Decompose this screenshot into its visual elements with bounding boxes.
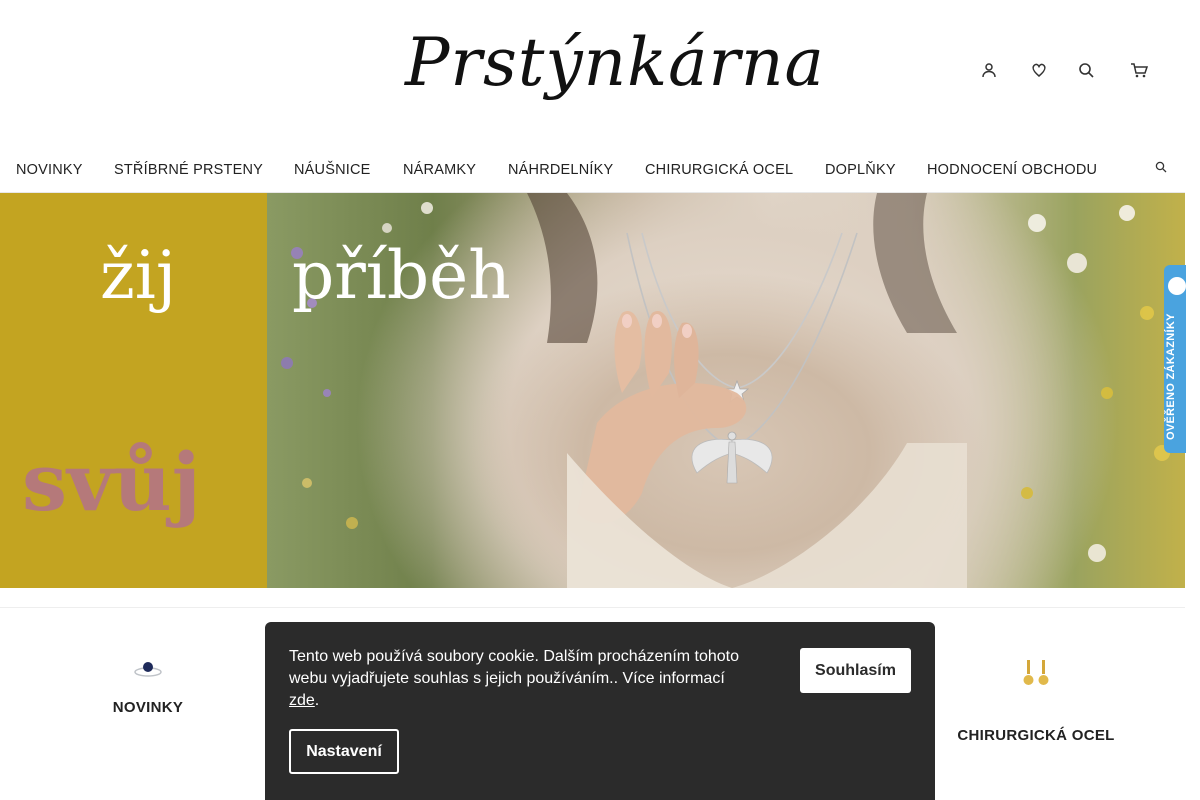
- main-nav: NOVINKY STŘÍBRNÉ PRSTENY NÁUŠNICE NÁRAMK…: [0, 148, 1185, 193]
- cookie-settings-button[interactable]: Nastavení: [289, 729, 399, 774]
- category-chirurgicka-ocel[interactable]: CHIRURGICKÁ OCEL: [951, 658, 1121, 744]
- nav-item-nausnice[interactable]: NÁUŠNICE: [294, 162, 371, 178]
- nav-item-chirurgicka-ocel[interactable]: CHIRURGICKÁ OCEL: [645, 162, 793, 178]
- cart-icon[interactable]: [1126, 62, 1152, 86]
- category-novinky[interactable]: NOVINKY: [98, 658, 198, 716]
- accept-cookies-button[interactable]: Souhlasím: [800, 648, 911, 693]
- cookie-banner: Tento web používá soubory cookie. Dalším…: [265, 622, 935, 800]
- ring-icon: [134, 662, 162, 677]
- logo-text: Prstýnkárna: [405, 24, 825, 101]
- search-icon[interactable]: [1073, 62, 1099, 86]
- logo[interactable]: Prstýnkárna: [405, 14, 824, 132]
- category-label: NOVINKY: [112, 699, 184, 716]
- nav-item-novinky[interactable]: NOVINKY: [16, 162, 83, 178]
- hero-word-svuj: svůj: [22, 435, 201, 529]
- badge-seal-icon: [1168, 277, 1186, 295]
- site-header: Prstýnkárna: [0, 0, 1185, 148]
- hero-word-zij: žij: [100, 237, 177, 314]
- hero-banner[interactable]: žij příběh svůj: [0, 193, 1185, 588]
- verified-customers-badge[interactable]: OVĚŘENO ZÁKAZNÍKY: [1164, 265, 1186, 453]
- nav-item-naramky[interactable]: NÁRAMKY: [403, 162, 476, 178]
- nav-search-icon[interactable]: [1155, 160, 1169, 174]
- header-icons: [970, 62, 1160, 86]
- cookie-text: Tento web používá soubory cookie. Dalším…: [289, 646, 779, 712]
- nav-item-stribrne-prsteny[interactable]: STŘÍBRNÉ PRSTENY: [114, 162, 263, 178]
- badge-text: OVĚŘENO ZÁKAZNÍKY: [1165, 313, 1177, 440]
- earrings-icon: [1023, 660, 1049, 685]
- hero-word-pribeh: příběh: [292, 237, 511, 314]
- cookie-more-link[interactable]: zde: [289, 692, 315, 709]
- nav-item-doplnky[interactable]: DOPLŇKY: [825, 162, 896, 178]
- heart-icon[interactable]: [1026, 62, 1052, 86]
- category-label: CHIRURGICKÁ OCEL: [957, 727, 1115, 744]
- user-icon[interactable]: [976, 62, 1002, 86]
- cookie-message: Tento web používá soubory cookie. Dalším…: [289, 648, 740, 687]
- cookie-link-dot: .: [314, 692, 320, 709]
- nav-item-nahrdelniky[interactable]: NÁHRDELNÍKY: [508, 162, 613, 178]
- nav-item-hodnoceni-obchodu[interactable]: HODNOCENÍ OBCHODU: [927, 162, 1097, 178]
